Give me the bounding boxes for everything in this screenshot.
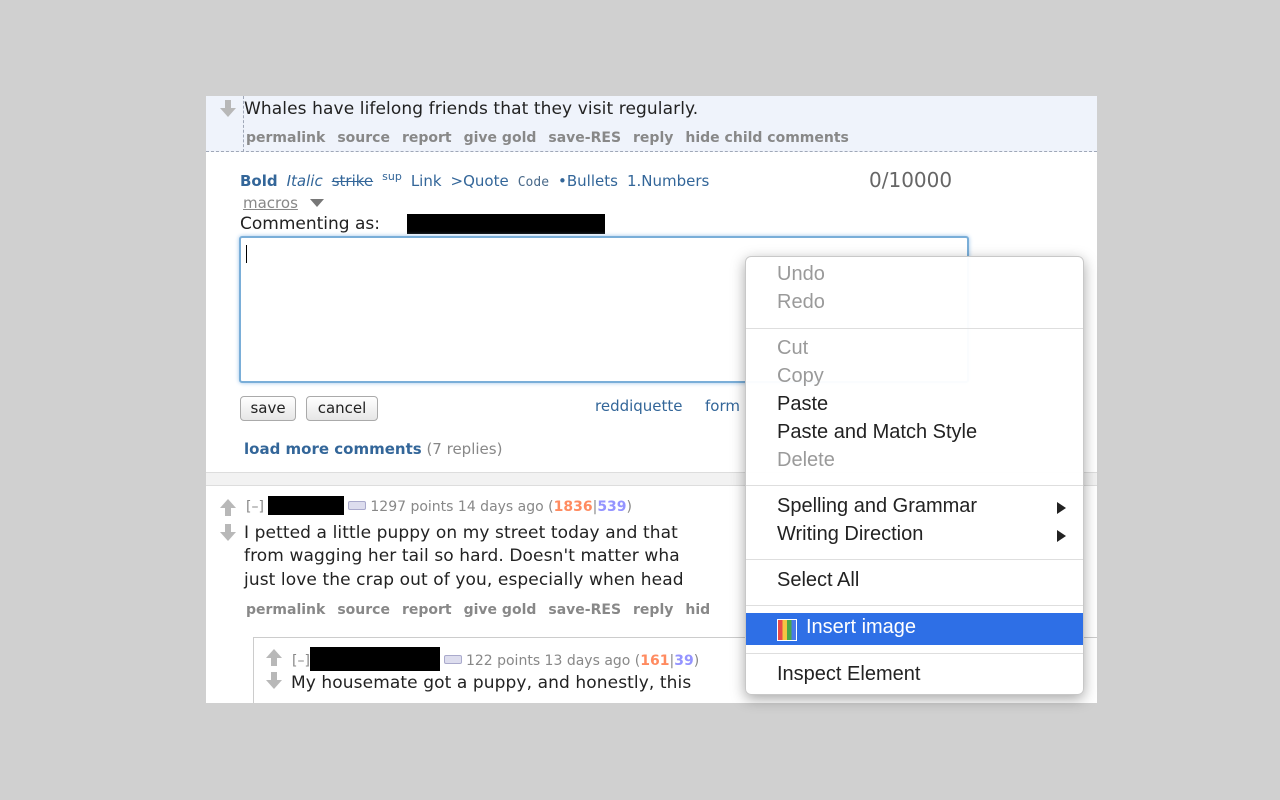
redacted-username [309, 647, 440, 671]
menu-item-paste-match-style[interactable]: Paste and Match Style [777, 421, 977, 444]
menu-item-undo[interactable]: Undo [777, 263, 825, 286]
save-button[interactable]: save [240, 396, 296, 421]
collapse-toggle[interactable]: [–] [246, 499, 264, 515]
menu-item-writing-direction[interactable]: Writing Direction [777, 523, 923, 546]
comment-body-line: My housemate got a puppy, and honestly, … [291, 673, 692, 693]
superscript-button[interactable]: sup [382, 170, 402, 183]
report-link[interactable]: report [402, 130, 452, 146]
bold-button[interactable]: Bold [240, 172, 278, 190]
menu-separator [746, 559, 1083, 560]
upvote-arrow-icon[interactable] [218, 498, 238, 518]
reply-count: (7 replies) [426, 440, 503, 458]
downvote-arrow-icon[interactable] [218, 98, 238, 118]
menu-separator [746, 605, 1083, 606]
markdown-toolbar: Bold Italic strike sup Link >Quote Code •Bullet… [240, 170, 718, 190]
italic-button[interactable]: Italic [287, 172, 323, 190]
formatting-help-link[interactable]: form [705, 397, 740, 415]
give-gold-link[interactable]: give gold [464, 130, 537, 146]
menu-item-spelling-grammar[interactable]: Spelling and Grammar [777, 495, 977, 518]
hide-child-comments-link[interactable]: hide child comments [685, 130, 849, 146]
bullets-button[interactable]: •Bullets [558, 172, 618, 190]
strike-button[interactable]: strike [332, 172, 373, 190]
menu-separator [746, 653, 1083, 654]
give-gold-link[interactable]: give gold [464, 602, 537, 618]
downvote-arrow-icon[interactable] [264, 670, 284, 690]
permalink-link[interactable]: permalink [246, 130, 325, 146]
submenu-arrow-icon [1057, 502, 1066, 514]
source-link[interactable]: source [337, 602, 390, 618]
downvote-arrow-icon[interactable] [218, 522, 238, 542]
quote-button[interactable]: >Quote [451, 172, 509, 190]
context-menu: Undo Redo Cut Copy Paste Paste and Match… [745, 256, 1084, 695]
points-text: 122 points 13 days ago ( [465, 653, 641, 669]
redacted-username [268, 496, 345, 515]
collapse-toggle[interactable]: [–] [292, 653, 310, 669]
comment-links: permalink source report give gold save-RES re… [246, 602, 722, 618]
submenu-arrow-icon [1057, 530, 1066, 542]
upvote-count: 161 [640, 653, 670, 669]
menu-item-insert-image[interactable]: Insert image [746, 613, 1083, 645]
downvote-count: 39 [674, 653, 694, 669]
comment-highlighted: Whales have lifelong friends that they v… [206, 96, 1097, 152]
text-caret [246, 245, 247, 263]
comment-body: Whales have lifelong friends that they v… [244, 99, 699, 119]
user-tag-icon[interactable] [348, 501, 367, 510]
comment-links: permalink source report give gold save-RES re… [246, 130, 861, 146]
reply-link[interactable]: reply [633, 130, 673, 146]
cancel-button[interactable]: cancel [306, 396, 378, 421]
points-text: 1297 points 14 days ago ( [370, 499, 554, 515]
numbers-button[interactable]: 1.Numbers [627, 172, 709, 190]
char-counter: 0/10000 [869, 168, 953, 192]
link-button[interactable]: Link [411, 172, 442, 190]
macros-link[interactable]: macros [243, 194, 298, 212]
reply-link[interactable]: reply [633, 602, 673, 618]
user-tag-icon[interactable] [443, 655, 462, 664]
downvote-count: 539 [597, 499, 627, 515]
save-res-link[interactable]: save-RES [548, 130, 621, 146]
load-more-link[interactable]: load more comments [244, 440, 422, 458]
menu-item-label: Insert image [806, 616, 917, 638]
vote-close: ) [693, 653, 700, 669]
comment-body-line: I petted a little puppy on my street tod… [244, 523, 678, 543]
reddiquette-link[interactable]: reddiquette [595, 397, 683, 415]
menu-item-delete[interactable]: Delete [777, 449, 835, 472]
comment-body-line: just love the crap out of you, especiall… [244, 570, 684, 590]
redacted-username [407, 214, 605, 234]
permalink-link[interactable]: permalink [246, 602, 325, 618]
macros-dropdown-icon[interactable] [310, 199, 324, 207]
menu-separator [746, 485, 1083, 486]
menu-item-select-all[interactable]: Select All [777, 569, 859, 592]
menu-item-paste[interactable]: Paste [777, 393, 828, 416]
comment-meta: [–] 1297 points 14 days ago (1836|539) [246, 496, 632, 515]
load-more-comments: load more comments (7 replies) [244, 440, 502, 458]
hide-link[interactable]: hid [685, 602, 710, 618]
code-button[interactable]: Code [518, 175, 549, 190]
upvote-count: 1836 [553, 499, 593, 515]
upvote-arrow-icon[interactable] [264, 648, 284, 668]
vote-close: ) [626, 499, 633, 515]
comment-body-line: from wagging her tail so hard. Doesn't m… [244, 546, 680, 566]
save-res-link[interactable]: save-RES [548, 602, 621, 618]
menu-item-cut[interactable]: Cut [777, 337, 808, 360]
menu-separator [746, 328, 1083, 329]
insert-image-icon [777, 619, 797, 641]
source-link[interactable]: source [337, 130, 390, 146]
commenting-as-label: Commenting as: [240, 214, 380, 234]
report-link[interactable]: report [402, 602, 452, 618]
menu-item-copy[interactable]: Copy [777, 365, 824, 388]
menu-item-inspect-element[interactable]: Inspect Element [777, 663, 920, 686]
menu-item-redo[interactable]: Redo [777, 291, 825, 314]
comment-meta: [–] 122 points 13 days ago (161|39) [292, 647, 699, 671]
